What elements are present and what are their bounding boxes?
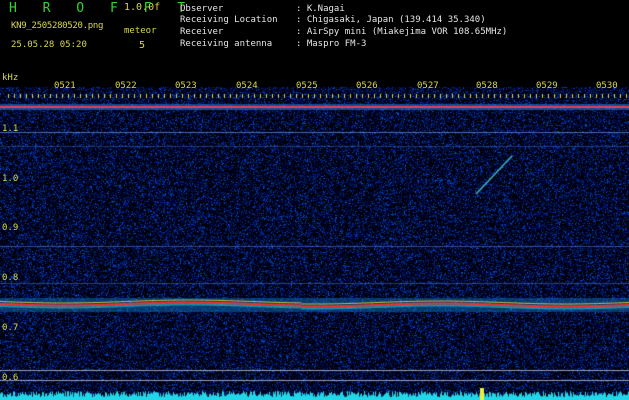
time-tick-label: 0530	[596, 81, 618, 91]
time-tick-label: 0521	[54, 81, 76, 91]
freq-tick-label: 1.1	[2, 124, 19, 134]
spectrogram-canvas	[0, 74, 629, 400]
location-key: Receiving Location	[180, 15, 278, 25]
app-brand: H R O F F T	[9, 1, 195, 16]
observer-key: Observer	[180, 4, 224, 14]
freq-tick-label: 0.6	[2, 373, 19, 383]
time-tick-label: 0523	[175, 81, 197, 91]
header-panel: H R O F F T 1.0.0f KN9_2505280520.png 25…	[0, 0, 629, 74]
freq-tick-label: 0.9	[2, 223, 19, 233]
antenna-key: Receiving antenna	[180, 39, 273, 49]
time-tick-label: 0526	[356, 81, 378, 91]
time-tick-label: 0525	[296, 81, 318, 91]
receiver-key: Receiver	[180, 27, 224, 37]
receiver-value: : AirSpy mini (Miakejima VOR 108.65MHz)	[296, 27, 508, 37]
time-tick-label: 0522	[115, 81, 137, 91]
app-version: 1.0.0f	[124, 2, 161, 13]
time-tick-label: 0528	[476, 81, 498, 91]
freq-tick-label: 0.8	[2, 273, 19, 283]
time-tick-label: 0529	[536, 81, 558, 91]
observer-value: : K.Nagai	[296, 4, 345, 14]
freq-tick-label: 1.0	[2, 174, 19, 184]
time-tick-label: 0527	[417, 81, 439, 91]
antenna-value: : Maspro FM-3	[296, 39, 367, 49]
meteor-count: 5	[139, 40, 146, 51]
image-filename: KN9_2505280520.png	[11, 21, 104, 31]
capture-datetime: 25.05.28 05:20	[11, 40, 87, 50]
freq-tick-label: 0.7	[2, 323, 19, 333]
time-tick-label: 0524	[236, 81, 258, 91]
freq-unit-label: kHz	[2, 73, 19, 83]
meteor-label: meteor	[124, 26, 157, 36]
location-value: : Chigasaki, Japan (139.414 35.340)	[296, 15, 486, 25]
